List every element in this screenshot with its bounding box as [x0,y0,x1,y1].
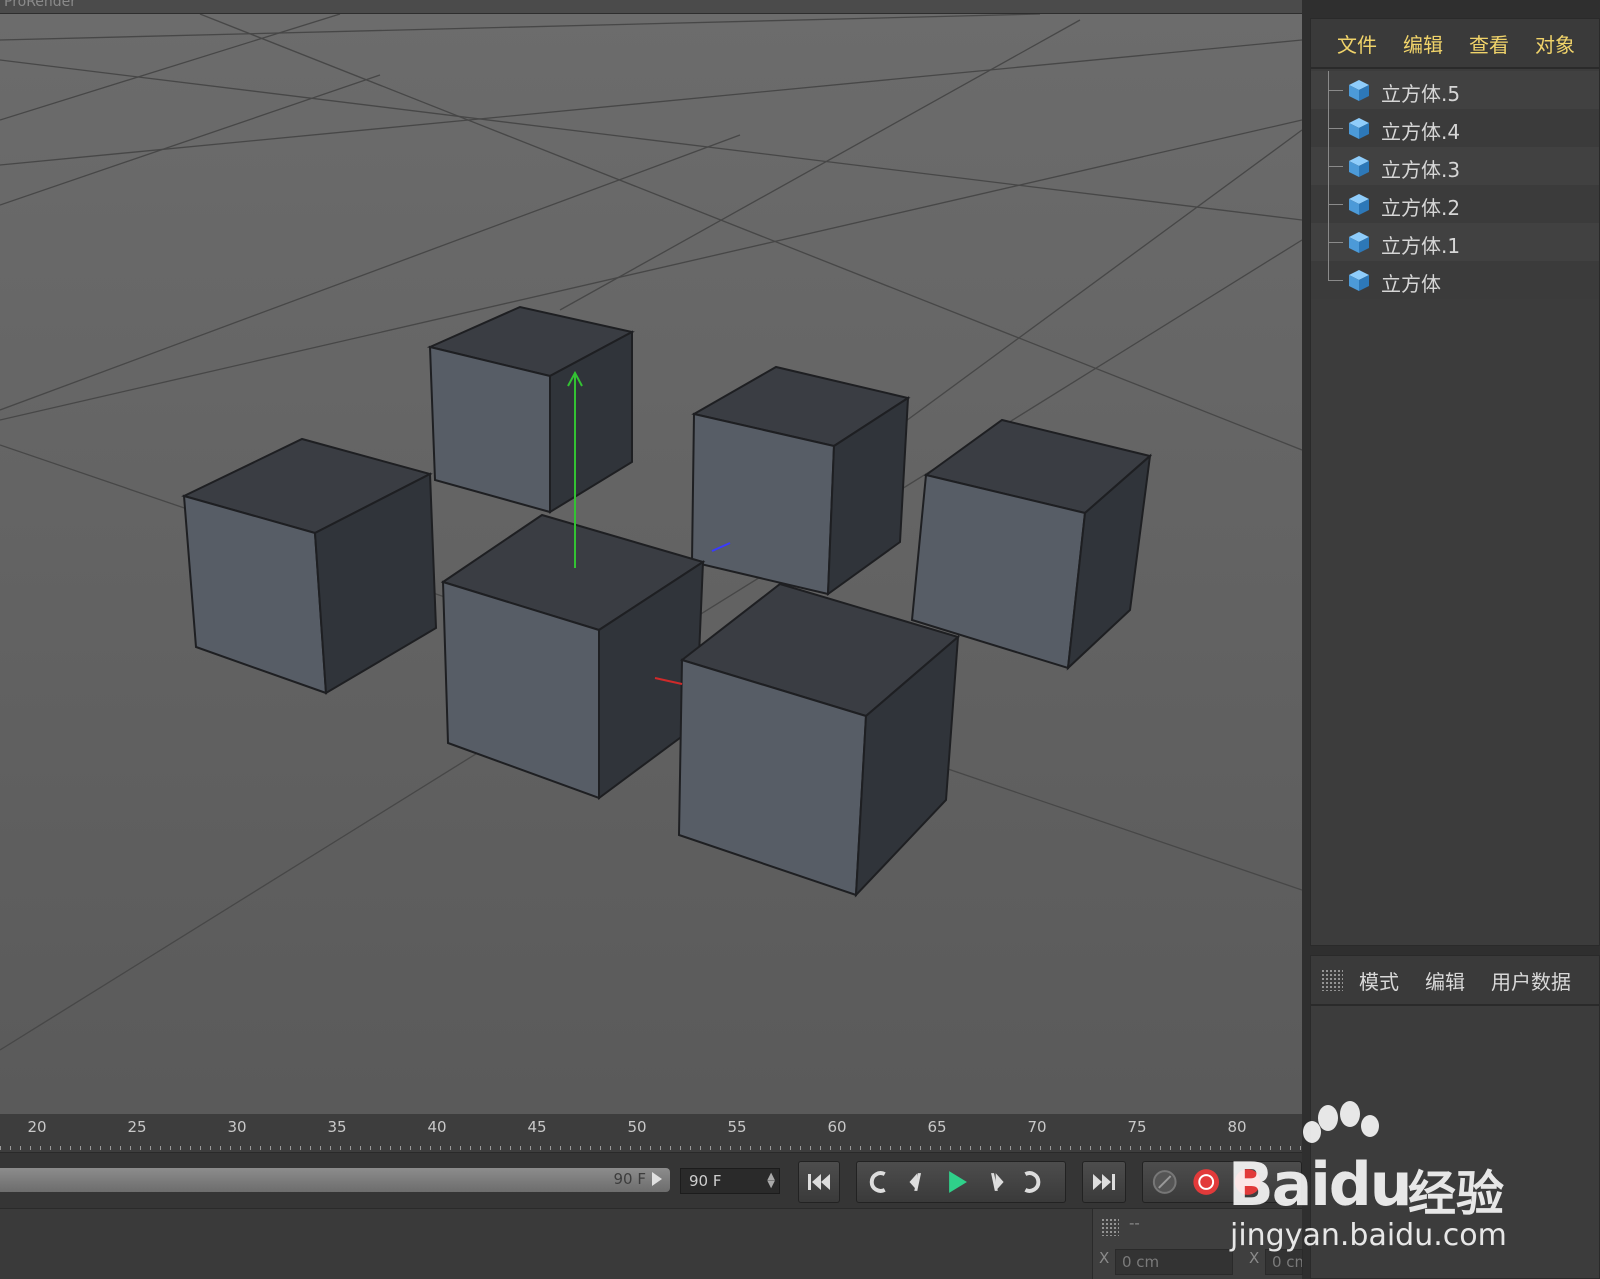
timeline-ruler[interactable]: 20 25 30 35 40 45 50 55 60 65 70 75 80 [0,1112,1302,1152]
list-item[interactable]: 立方体.2 [1311,185,1599,223]
coordinates-header: -- [1129,1214,1140,1232]
tick-label: 70 [1027,1118,1047,1136]
tree-connector [1328,147,1344,185]
object-name: 立方体.5 [1381,82,1461,106]
x-size-value: 0 cm [1272,1253,1302,1271]
3d-viewport[interactable]: ProRender [0,0,1302,1112]
tick-label: 35 [327,1118,347,1136]
object-name: 立方体.1 [1381,234,1461,258]
list-item[interactable]: 立方体.3 [1311,147,1599,185]
tree-connector [1328,185,1344,223]
bottom-panel: -- X 0 cm X 0 cm [0,1208,1303,1279]
cube-right[interactable] [910,418,1153,671]
x-position-field[interactable]: 0 cm [1115,1249,1233,1275]
attribute-manager-menubar: 模式 编辑 用户数据 [1311,956,1599,1006]
cube-front-center[interactable] [440,513,706,800]
x-position-value: 0 cm [1122,1253,1160,1271]
cube-icon [1349,80,1369,101]
cube-icon [1349,270,1369,291]
tick-label: 80 [1227,1118,1247,1136]
coordinates-panel: -- X 0 cm X 0 cm [1092,1209,1303,1279]
tick-label: 50 [627,1118,647,1136]
tick-label: 75 [1127,1118,1147,1136]
menu-edit[interactable]: 编辑 [1403,29,1443,58]
menu-user-data[interactable]: 用户数据 [1491,966,1571,995]
menu-file[interactable]: 文件 [1337,29,1377,58]
tick-label: 40 [427,1118,447,1136]
viewport-header: ProRender [0,0,1302,14]
cube-left[interactable] [181,437,438,695]
object-name: 立方体.3 [1381,158,1461,182]
grip-icon[interactable] [1321,969,1343,991]
skip-start-icon [808,1174,830,1190]
cube-back-center[interactable] [426,305,635,514]
go-to-start-button[interactable] [798,1161,840,1203]
tick-label: 20 [27,1118,47,1136]
tree-connector [1328,223,1344,261]
object-name: 立方体 [1381,272,1441,296]
list-item[interactable]: 立方体.4 [1311,109,1599,147]
range-arrow-icon[interactable] [652,1172,662,1186]
object-name: 立方体.4 [1381,120,1461,144]
playback-icons[interactable] [857,1162,1065,1202]
tree-connector [1328,109,1344,147]
tick-label: 55 [727,1118,747,1136]
x-size-label: X [1249,1249,1260,1267]
list-item[interactable]: 立方体.1 [1311,223,1599,261]
list-item[interactable]: 立方体.5 [1311,71,1599,109]
preview-range-slider[interactable]: 90 F [0,1168,670,1192]
record-controls [1142,1161,1302,1203]
cube-back-right[interactable] [690,365,911,597]
tree-connector [1328,261,1344,281]
grip-icon[interactable] [1101,1218,1119,1236]
cube-icon [1349,118,1369,139]
x-size-field[interactable]: 0 cm [1265,1249,1303,1275]
menu-edit[interactable]: 编辑 [1425,966,1465,995]
range-end-label: 90 F [613,1170,646,1188]
transport-bar: 90 F 90 F ▲ ▼ [0,1152,1302,1208]
skip-end-icon [1093,1174,1115,1190]
menu-mode[interactable]: 模式 [1359,966,1399,995]
object-manager-menubar: 文件 编辑 查看 对象 [1311,19,1599,69]
playback-controls [856,1161,1066,1203]
object-manager: 文件 编辑 查看 对象 立方体.5 立方体.4 立方体.3 立方体.2 立方体.… [1310,18,1600,946]
cube-icon [1349,156,1369,177]
go-to-end-button[interactable] [1082,1161,1126,1203]
tree-connector [1328,71,1344,109]
menu-view[interactable]: 查看 [1469,29,1509,58]
scene-canvas[interactable] [0,14,1302,1112]
tick-label: 30 [227,1118,247,1136]
tick-label: 60 [827,1118,847,1136]
stepper-icon[interactable]: ▲ ▼ [767,1172,775,1190]
record-icons[interactable] [1143,1162,1301,1202]
attribute-manager: 模式 编辑 用户数据 [1310,955,1600,1279]
object-name: 立方体.2 [1381,196,1461,220]
object-list: 立方体.5 立方体.4 立方体.3 立方体.2 立方体.1 立方体 [1311,71,1599,299]
x-label: X [1099,1249,1110,1267]
tick-marks [0,1142,1302,1150]
end-frame-value: 90 F [689,1172,722,1190]
tick-label: 65 [927,1118,947,1136]
tick-label: 25 [127,1118,147,1136]
viewport-title: ProRender [4,0,77,10]
tick-label: 45 [527,1118,547,1136]
end-frame-field[interactable]: 90 F ▲ ▼ [680,1168,780,1194]
list-item[interactable]: 立方体 [1311,261,1599,299]
menu-objects[interactable]: 对象 [1535,29,1575,58]
cube-icon [1349,194,1369,215]
cube-icon [1349,232,1369,253]
right-panel: 文件 编辑 查看 对象 立方体.5 立方体.4 立方体.3 立方体.2 立方体.… [1302,0,1600,1279]
cube-front-right[interactable] [677,582,961,898]
